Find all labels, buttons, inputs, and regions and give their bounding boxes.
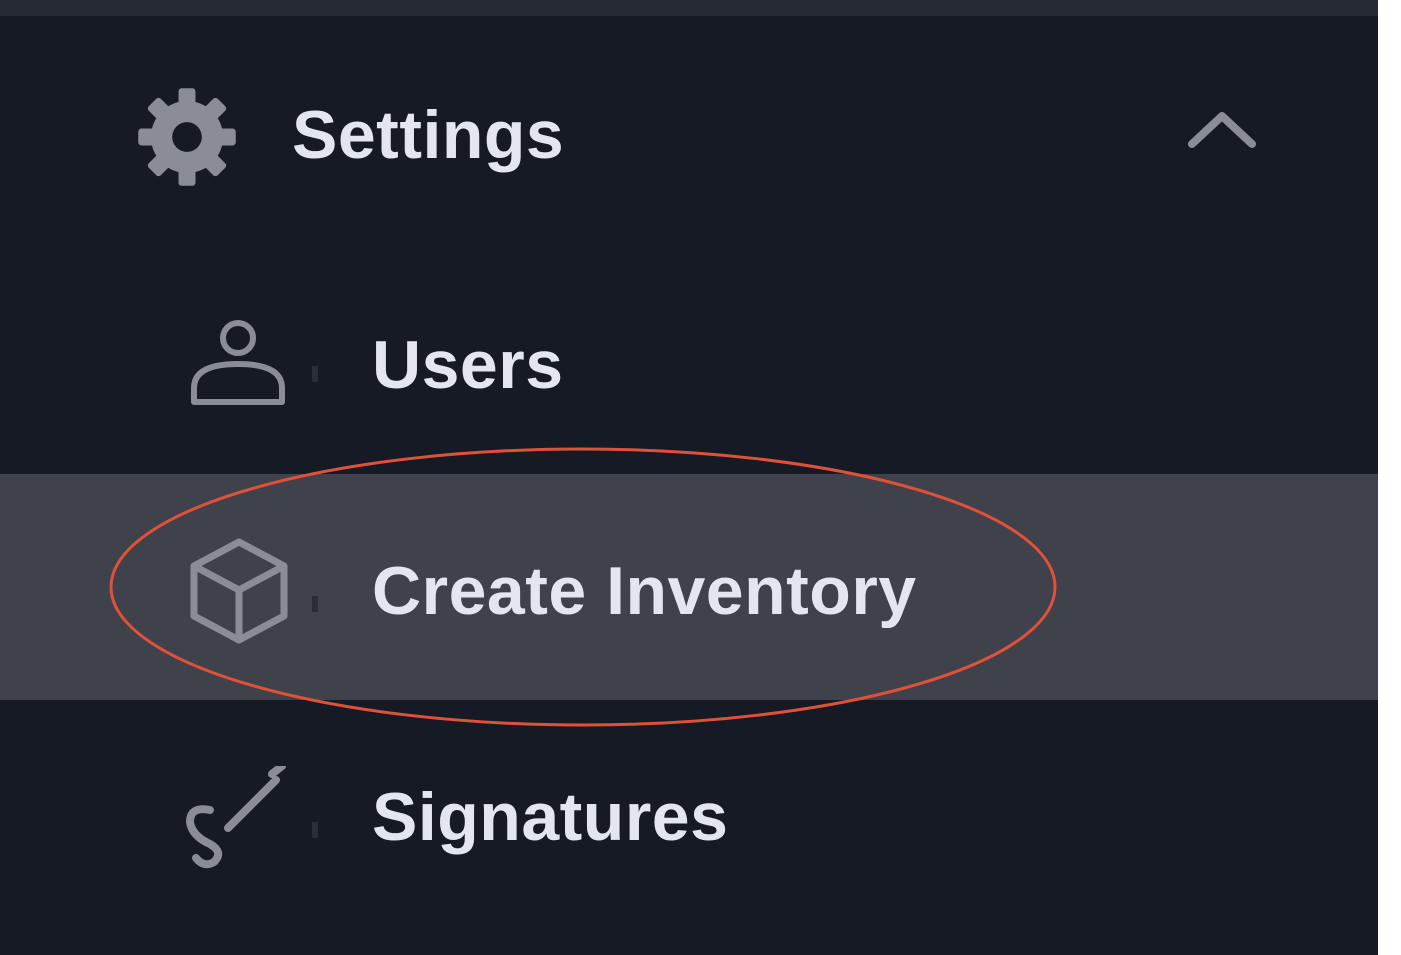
- sidebar-item-label: Settings: [292, 97, 565, 173]
- sidebar-top-strip: [0, 0, 1378, 16]
- sidebar-item-signatures[interactable]: Signatures: [0, 700, 1378, 926]
- separator-dot: [312, 822, 318, 838]
- sidebar-item-create-inventory[interactable]: Create Inventory: [0, 474, 1378, 700]
- signature-icon: [186, 766, 286, 869]
- sidebar-item-settings[interactable]: Settings: [0, 40, 1378, 230]
- gear-icon: [138, 88, 236, 186]
- separator-dot: [312, 366, 318, 382]
- sidebar-item-label: Users: [372, 327, 564, 403]
- cube-icon: [190, 538, 288, 644]
- sidebar-item-users[interactable]: Users: [0, 248, 1378, 474]
- content-edge: [1378, 0, 1401, 955]
- sidebar-item-label: Create Inventory: [372, 553, 917, 629]
- separator-dot: [312, 596, 318, 612]
- chevron-up-icon[interactable]: [1186, 106, 1258, 150]
- sidebar-item-label: Signatures: [372, 779, 729, 855]
- user-icon: [191, 320, 285, 405]
- sidebar: Settings Users Create Inventory Signatur…: [0, 0, 1378, 955]
